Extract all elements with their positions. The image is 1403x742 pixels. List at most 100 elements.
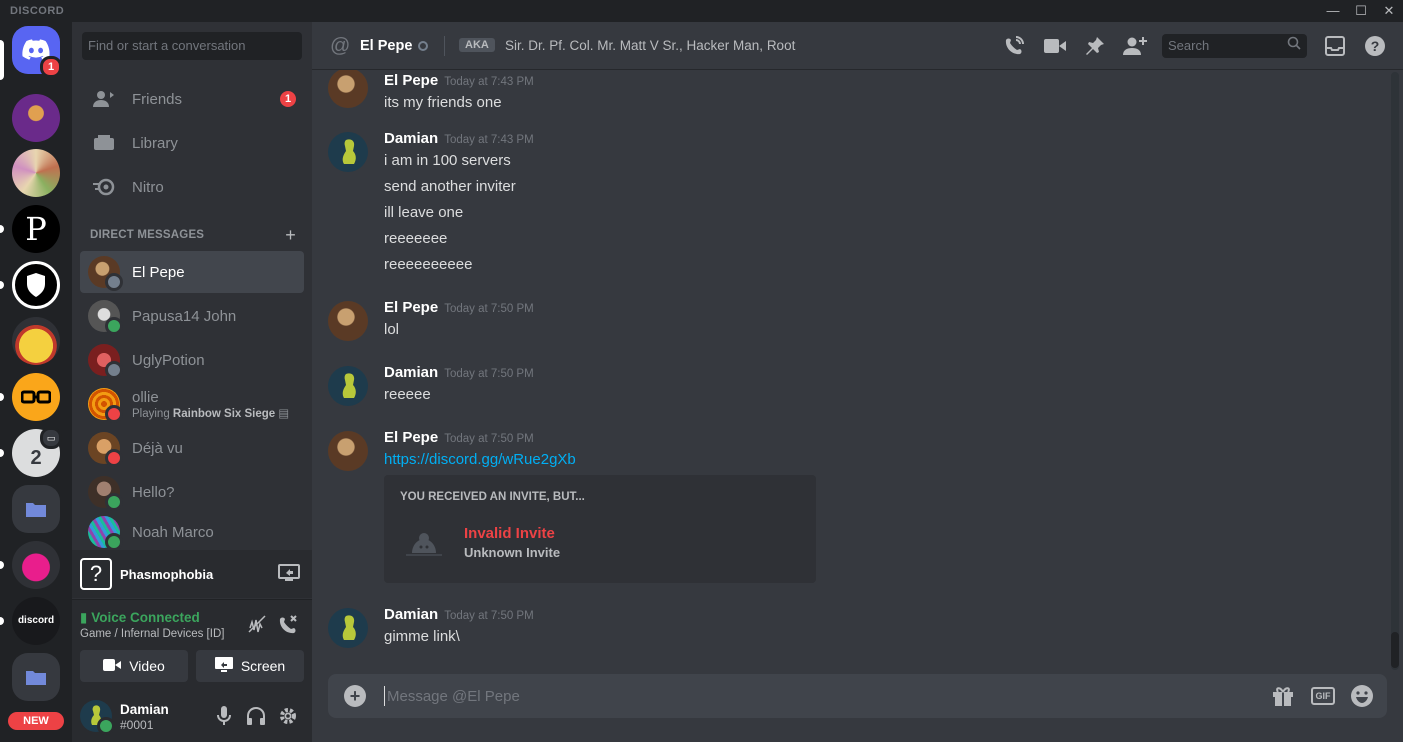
author-avatar[interactable] (328, 132, 368, 172)
headphones-icon[interactable] (245, 705, 267, 727)
noise-suppression-icon[interactable] (247, 614, 267, 639)
user-tag: #0001 (120, 718, 154, 732)
activity-prefix: Playing (132, 407, 170, 420)
author-avatar[interactable] (328, 70, 368, 108)
server-icon[interactable] (12, 149, 60, 197)
message-author[interactable]: El Pepe Today at 7:43 PM (384, 72, 534, 89)
dm-name: El Pepe (132, 263, 185, 281)
attach-plus-icon[interactable]: + (344, 685, 366, 707)
server-icon[interactable]: P (12, 205, 60, 253)
message-author[interactable]: El Pepe Today at 7:50 PM (384, 429, 534, 446)
dm-item[interactable]: Déjà vu (80, 427, 304, 469)
author-avatar[interactable] (328, 366, 368, 406)
nav-friends[interactable]: Friends 1 (80, 78, 304, 120)
home-badge: 1 (40, 56, 62, 78)
minimize-icon[interactable]: — (1322, 2, 1344, 20)
server-icon[interactable] (12, 94, 60, 142)
help-icon[interactable]: ? (1363, 34, 1387, 58)
message-timestamp: Today at 7:50 PM (444, 303, 534, 315)
nav-label: Library (132, 134, 178, 152)
screen-share-icon[interactable] (278, 563, 300, 588)
message-author[interactable]: Damian Today at 7:50 PM (384, 364, 534, 381)
gift-icon[interactable] (1271, 684, 1295, 708)
server-icon[interactable] (12, 317, 60, 365)
server-icon[interactable] (12, 261, 60, 309)
disconnect-icon[interactable] (277, 614, 299, 639)
microphone-icon[interactable] (213, 705, 235, 727)
user-avatar[interactable] (80, 700, 115, 735)
close-icon[interactable]: ✕ (1378, 2, 1400, 20)
video-button[interactable]: Video (80, 650, 188, 682)
folder-icon (26, 671, 46, 685)
author-avatar[interactable] (328, 431, 368, 471)
screen-button[interactable]: Screen (196, 650, 304, 682)
dm-item[interactable]: El Pepe (80, 251, 304, 293)
create-dm-icon[interactable]: + (285, 225, 296, 246)
author-name: El Pepe (384, 72, 439, 89)
emoji-icon[interactable] (1350, 684, 1374, 708)
voice-channel[interactable]: Game / Infernal Devices [ID] (80, 628, 224, 640)
unread-indicator (0, 281, 4, 289)
status-online (97, 717, 115, 735)
invite-embed: YOU RECEIVED AN INVITE, BUT... Invalid I… (384, 475, 816, 583)
maximize-icon[interactable]: ☐ (1350, 2, 1372, 20)
message-author[interactable]: Damian Today at 7:43 PM (384, 130, 534, 147)
gif-button[interactable]: GIF (1311, 687, 1335, 705)
author-avatar[interactable] (328, 608, 368, 648)
inbox-icon[interactable] (1323, 34, 1347, 58)
voice-status-label: Voice Connected (91, 610, 200, 625)
message-text: reeeeeeeeee (384, 256, 473, 273)
dm-header: DIRECT MESSAGES + (90, 225, 296, 245)
selected-indicator (0, 40, 4, 80)
server-folder[interactable] (12, 653, 60, 701)
message-input[interactable] (384, 686, 1244, 706)
message-text: ill leave one (384, 204, 464, 221)
server-icon[interactable]: discord (12, 597, 60, 645)
channel-name[interactable]: El Pepe (360, 38, 412, 54)
new-badge[interactable]: NEW (8, 712, 64, 730)
status-offline (105, 361, 123, 379)
author-name: El Pepe (384, 429, 439, 446)
shield-icon (27, 273, 45, 297)
dm-item[interactable]: Noah Marco (80, 515, 304, 549)
dm-item[interactable]: Papusa14 John (80, 295, 304, 337)
header-search-input[interactable]: Search (1162, 34, 1307, 58)
server-icon[interactable] (12, 541, 60, 589)
invite-title: Invalid Invite (464, 525, 555, 542)
message-text: i am in 100 servers (384, 152, 511, 169)
message-list: El Pepe Today at 7:43 PM its my friends o… (312, 70, 1392, 670)
server-icon[interactable] (12, 373, 60, 421)
dm-item[interactable]: Hello? (80, 471, 304, 513)
voice-status[interactable]: ▮ Voice Connected (80, 610, 200, 626)
find-conversation-button[interactable]: Find or start a conversation (82, 32, 302, 60)
scrollbar-thumb[interactable] (1391, 632, 1399, 668)
voice-call-icon[interactable] (1002, 34, 1026, 58)
message-author[interactable]: El Pepe Today at 7:50 PM (384, 299, 534, 316)
screen-icon (214, 656, 233, 676)
message-author[interactable]: Damian Today at 7:50 PM (384, 606, 534, 623)
author-name: Damian (384, 130, 439, 147)
settings-gear-icon[interactable] (277, 705, 299, 727)
dm-item[interactable]: ollie Playing Rainbow Six Siege ▤ (80, 383, 304, 425)
nitro-icon (92, 175, 116, 199)
pin-icon[interactable] (1083, 34, 1107, 58)
video-call-icon[interactable] (1043, 34, 1067, 58)
friends-icon (92, 87, 116, 111)
add-friend-icon[interactable] (1123, 34, 1147, 58)
unread-indicator (0, 225, 4, 233)
nav-nitro[interactable]: Nitro (80, 166, 304, 208)
status-dnd (105, 405, 123, 423)
scrollbar[interactable] (1391, 72, 1399, 670)
library-icon (92, 131, 116, 155)
server-folder[interactable] (12, 485, 60, 533)
invite-link[interactable]: https://discord.gg/wRue2gXb (384, 451, 576, 468)
avatar (88, 388, 123, 423)
dm-item[interactable]: UglyPotion (80, 339, 304, 381)
chat-header: @ El Pepe AKA Sir. Dr. Pf. Col. Mr. Matt… (312, 22, 1403, 70)
nav-library[interactable]: Library (80, 122, 304, 164)
author-avatar[interactable] (328, 301, 368, 341)
streaming-badge: ▭ (40, 427, 62, 449)
app-brand: DISCORD (10, 5, 65, 17)
game-name: Phasmophobia (120, 566, 214, 582)
message-timestamp: Today at 7:50 PM (444, 433, 534, 445)
